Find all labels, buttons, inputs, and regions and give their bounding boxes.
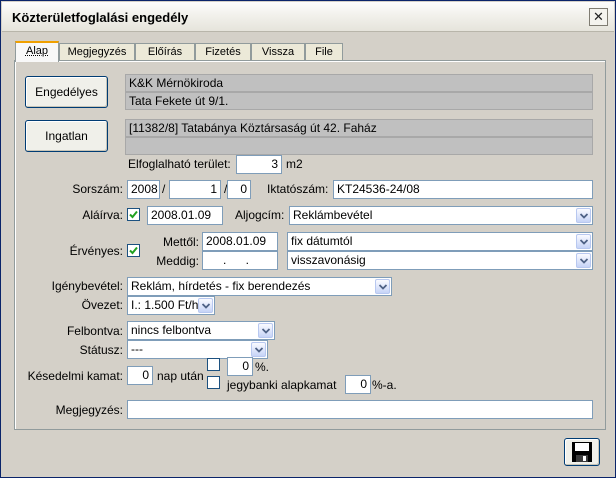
engedelyes-button[interactable]: Engedélyes [25,76,108,108]
tab-eloiras[interactable]: Előírás [135,43,195,61]
save-button[interactable] [564,438,600,466]
tab-megjegyzes-label: Megjegyzés [67,46,127,58]
jegybanki-suffix: %-a. [372,378,397,392]
aljogcim-value: Reklámbevétel [293,208,373,222]
check-icon [129,210,138,219]
iktatoszam-label: Iktatószám: [267,182,329,196]
mettol-type-value: fix dátumtól [291,234,353,248]
kesedelmi-percent-checkbox[interactable] [207,358,220,371]
ingatlan-button[interactable]: Ingatlan [25,120,108,152]
ingatlan-line1-field: [11382/8] Tatabánya Köztársaság út 42. F… [125,119,593,137]
chevron-down-icon[interactable] [576,234,591,249]
chevron-down-icon[interactable] [251,342,266,357]
ovezet-value: I.: 1.500 Ft/hó [131,298,206,312]
statusz-value: --- [131,342,143,356]
tab-file-label: File [315,46,333,58]
igenybevetel-value: Reklám, hírdetés - fix berendezés [131,279,311,293]
felbontva-value: nincs felbontva [131,323,212,337]
sorszam-year-input[interactable]: 2008 [127,180,160,199]
sorszam-label: Sorszám: [72,182,123,196]
megjegyzes-input[interactable] [127,400,593,419]
chevron-down-icon[interactable] [258,323,273,338]
engedelyes-address-field: Tata Fekete út 9/1. [125,92,593,110]
alairva-label: Aláírva: [82,208,123,222]
chevron-down-icon[interactable] [576,208,591,223]
igenybevetel-label: Igénybevétel: [51,279,123,293]
tab-file[interactable]: File [305,43,343,61]
mettol-type-select[interactable]: fix dátumtól [287,232,593,251]
felbontva-select[interactable]: nincs felbontva [127,321,275,340]
tab-megjegyzes[interactable]: Megjegyzés [59,43,135,61]
close-button[interactable]: ✕ [589,8,608,26]
ovezet-label: Övezet: [81,298,123,312]
aljogcim-select[interactable]: Reklámbevétel [289,206,593,225]
tab-alap[interactable]: Alap [15,41,59,62]
felbontva-label: Felbontva: [66,324,123,338]
tab-fizetes[interactable]: Fizetés [195,43,251,61]
ervenyes-label: Érvényes: [69,244,123,258]
meddig-label: Meddig: [156,254,199,268]
window-title: Közterületfoglalási engedély [12,10,189,25]
sorszam-sub-input[interactable]: 0 [227,180,251,199]
statusz-label: Státusz: [79,343,123,357]
dialog-window: Közterületfoglalási engedély ✕ Alap Megj… [0,0,616,478]
aljogcim-label: Aljogcím: [235,208,285,222]
mettol-date-input[interactable]: 2008.01.09 [202,232,278,251]
ingatlan-line2-field [125,137,593,155]
mettol-label: Mettől: [162,235,199,249]
jegybanki-input[interactable]: 0 [345,375,371,394]
meddig-date-input[interactable]: . . [202,251,278,270]
kesedelmi-percent-input[interactable]: 0 [227,357,253,376]
jegybanki-checkbox[interactable] [207,376,220,389]
terulet-input[interactable]: 3 [236,155,282,174]
title-bar: Közterületfoglalási engedély ✕ [2,2,614,32]
jegybanki-label: jegybanki alapkamat [227,378,337,392]
megjegyzes-label: Megjegyzés: [55,403,123,417]
ervenyes-checkbox[interactable] [127,244,140,257]
kesedelmi-percent-suffix: %. [255,360,270,374]
tab-vissza-label: Vissza [261,46,295,58]
tab-vissza[interactable]: Vissza [251,43,305,61]
meddig-type-select[interactable]: visszavonásig [287,251,593,270]
chevron-down-icon[interactable] [375,279,390,294]
tab-eloiras-label: Előírás [147,46,183,58]
ovezet-select[interactable]: I.: 1.500 Ft/hó [127,296,215,315]
iktatoszam-input[interactable]: KT24536-24/08 [333,180,593,199]
igenybevetel-select[interactable]: Reklám, hírdetés - fix berendezés [127,277,392,296]
tab-alap-label: Alap [25,45,49,57]
tab-fizetes-label: Fizetés [205,46,241,58]
alairva-date-input[interactable]: 2008.01.09 [147,206,223,225]
chevron-down-icon[interactable] [576,253,591,268]
alairva-checkbox[interactable] [127,208,140,221]
sorszam-separator-1: / [162,182,166,196]
meddig-type-value: visszavonásig [291,253,366,267]
kesedelmi-days-suffix: nap után [157,369,204,383]
floppy-disk-icon [572,442,592,462]
terulet-unit: m2 [286,157,303,171]
engedelyes-name-field: K&K Mérnökiroda [125,74,593,92]
chevron-down-icon[interactable] [198,298,213,313]
kesedelmi-label: Késedelmi kamat: [27,369,123,383]
check-icon [129,246,138,255]
close-icon: ✕ [593,9,604,24]
terulet-label: Elfoglalható terület: [128,157,231,171]
sorszam-number-input[interactable]: 1 [169,180,221,199]
kesedelmi-days-input[interactable]: 0 [127,366,153,385]
